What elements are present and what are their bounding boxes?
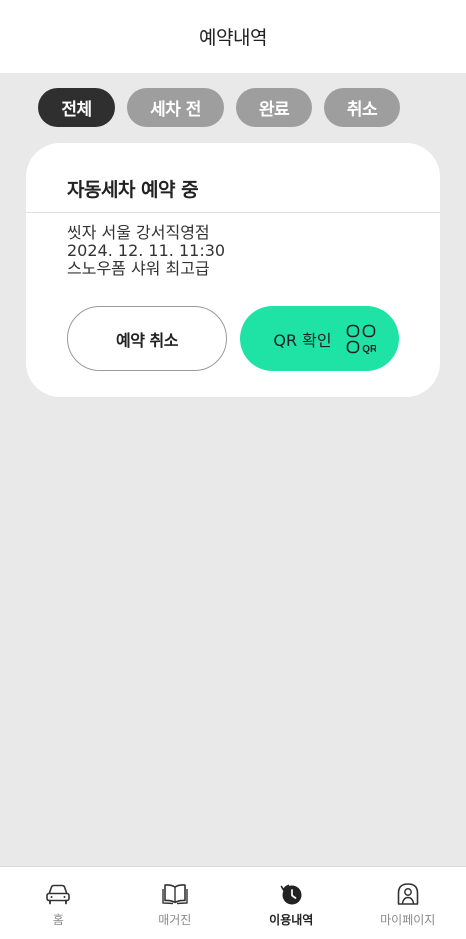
reservation-datetime: 2024. 12. 11. 11:30: [67, 241, 226, 260]
nav-item-history[interactable]: 이용내역: [233, 867, 350, 939]
cancel-reservation-button[interactable]: 예약 취소: [67, 306, 227, 371]
car-icon: [46, 884, 71, 905]
card-divider: [26, 212, 440, 213]
qr-icon: QR: [346, 324, 376, 354]
filter-chip-all[interactable]: 전체: [38, 88, 115, 127]
app-header: 예약내역: [0, 0, 466, 73]
nav-item-magazine[interactable]: 매거진: [117, 867, 234, 939]
reservation-status: 자동세차 예약 중: [67, 179, 199, 201]
qr-check-label: QR 확인: [273, 330, 332, 350]
reservation-product: 스노우폼 샤워 최고급: [67, 259, 210, 278]
nav-label-history: 이용내역: [269, 913, 314, 927]
nav-label-home: 홈: [52, 913, 64, 927]
nav-label-mypage: 마이페이지: [380, 913, 436, 927]
nav-item-mypage[interactable]: 마이페이지: [350, 867, 466, 939]
reservation-info: 씻자 서울 강서직영점 2024. 12. 11. 11:30 스노우폼 샤워 …: [67, 224, 225, 278]
filter-chip-before-wash[interactable]: 세차 전: [127, 88, 224, 127]
filter-chip-completed[interactable]: 완료: [236, 88, 312, 127]
reservation-card: 자동세차 예약 중 씻자 서울 강서직영점 2024. 12. 11. 11:3…: [26, 143, 440, 397]
svg-text:QR: QR: [362, 344, 376, 354]
filter-chip-cancelled[interactable]: 취소: [324, 88, 400, 127]
nav-label-magazine: 매거진: [158, 913, 192, 927]
filter-tabs: 전체 세차 전 완료 취소: [38, 88, 400, 127]
nav-item-home[interactable]: 홈: [0, 867, 117, 939]
reservation-store: 씻자 서울 강서직영점: [67, 223, 210, 242]
profile-icon: [397, 883, 419, 905]
history-icon: [280, 884, 302, 905]
bottom-navigation: 홈 매거진 이용내역 마이페이지: [0, 866, 466, 939]
page-title: 예약내역: [199, 27, 267, 49]
qr-check-button[interactable]: QR 확인 QR: [240, 306, 399, 371]
book-icon: [162, 884, 188, 905]
